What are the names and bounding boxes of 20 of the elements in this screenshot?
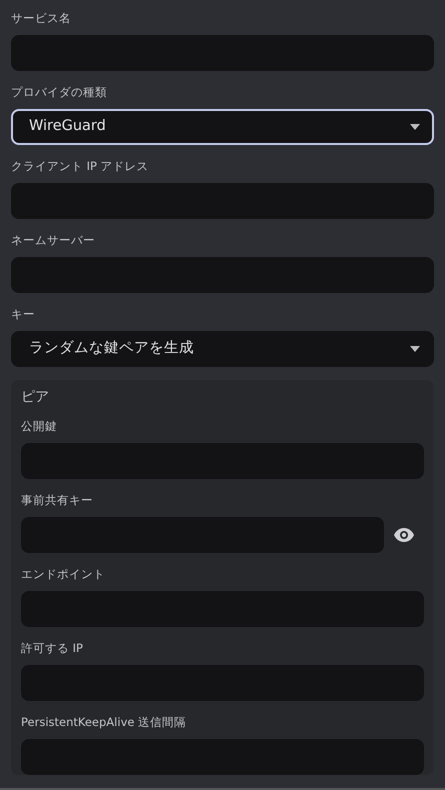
input-field[interactable] [11,183,434,219]
field-label: 許可する IP [21,640,84,656]
section-title: ピア [21,388,50,406]
dropdown-caret-icon [410,124,420,130]
field-label: 事前共有キー [21,492,94,508]
dropdown-caret-icon [410,346,420,352]
field-label: サービス名 [11,10,72,26]
field-label: エンドポイント [21,566,106,582]
input-field[interactable] [11,257,434,293]
field-label: 公開鍵 [21,418,58,434]
field-label: ネームサーバー [11,232,96,248]
dropdown-field[interactable]: ランダムな鍵ペアを生成 [11,331,434,367]
field-label: キー [11,306,36,322]
input-field[interactable] [11,35,434,71]
dropdown-field[interactable]: WireGuard [11,109,434,145]
input-field[interactable] [21,739,424,775]
eye-icon[interactable] [394,528,414,542]
field-label: クライアント IP アドレス [11,158,150,174]
field-label: PersistentKeepAlive 送信間隔 [21,714,188,730]
field-label: プロバイダの種類 [11,84,108,100]
